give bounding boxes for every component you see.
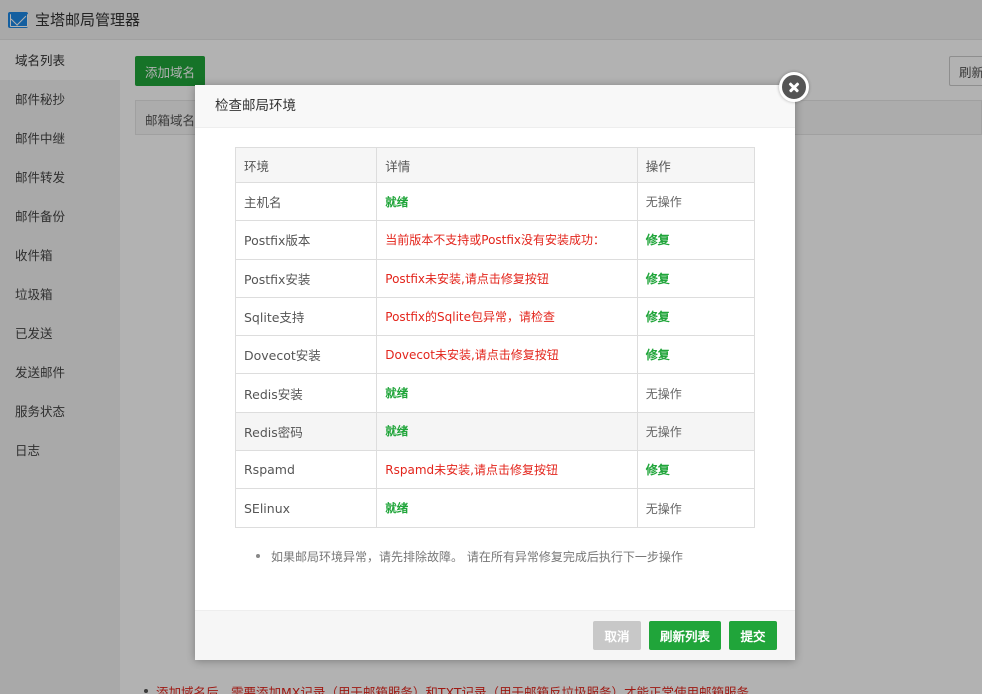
dialog-footer: 取消 刷新列表 提交 (195, 610, 795, 660)
submit-button[interactable]: 提交 (729, 621, 777, 650)
env-detail: 就绪 (376, 488, 638, 528)
env-detail: Postfix的Sqlite包异常，请检查 (376, 296, 638, 337)
env-name: Postfix版本 (234, 220, 378, 260)
status-ready: 就绪 (385, 386, 409, 401)
fix-link[interactable]: 修复 (646, 233, 670, 247)
column-header-detail: 详情 (376, 147, 638, 183)
table-row: Rspamd Rspamd未安装,请点击修复按钮 修复 (234, 450, 756, 490)
env-detail: Rspamd未安装,请点击修复按钮 (376, 450, 638, 490)
fix-link[interactable]: 修复 (646, 348, 670, 362)
env-name: Dovecot安装 (234, 335, 378, 375)
table-row: Postfix安装 Postfix未安装,请点击修复按钮 修复 (234, 258, 756, 298)
env-op: 修复 (636, 450, 756, 490)
env-name: 主机名 (234, 181, 378, 222)
table-row: Postfix版本 当前版本不支持或Postfix没有安装成功： 修复 (234, 220, 756, 260)
env-op: 无操作 (636, 411, 756, 452)
column-header-op: 操作 (636, 147, 756, 183)
dialog-tip: 如果邮局环境异常，请先排除故障。 请在所有异常修复完成后执行下一步操作 (256, 550, 683, 564)
table-header-row: 环境 详情 操作 (234, 147, 756, 183)
table-row: Redis安装 就绪 无操作 (234, 373, 756, 413)
table-row: 主机名 就绪 无操作 (234, 181, 756, 222)
fix-link[interactable]: 修复 (646, 463, 670, 477)
fix-link[interactable]: 修复 (646, 272, 670, 286)
check-env-dialog: 检查邮局环境 环境 详情 操作 主机名 就绪 无操作 Postfix版本 当前版… (195, 85, 795, 660)
fix-link[interactable]: 修复 (646, 310, 670, 324)
no-action-text: 无操作 (645, 501, 682, 516)
status-error: Postfix未安装,请点击修复按钮 (385, 271, 549, 286)
env-name: Redis安装 (234, 373, 378, 413)
env-op: 无操作 (636, 181, 756, 222)
dialog-title: 检查邮局环境 (195, 85, 795, 128)
table-row: Redis密码 就绪 无操作 (234, 411, 756, 452)
cancel-button[interactable]: 取消 (593, 621, 641, 650)
no-action-text: 无操作 (645, 424, 682, 439)
column-header-env: 环境 (234, 147, 378, 183)
env-detail: 就绪 (376, 411, 638, 452)
env-name: Postfix安装 (234, 258, 378, 298)
env-detail: Postfix未安装,请点击修复按钮 (376, 258, 638, 298)
env-detail: Dovecot未安装,请点击修复按钮 (376, 335, 638, 375)
env-detail: 就绪 (376, 373, 638, 413)
env-op: 修复 (636, 220, 756, 260)
env-name: Sqlite支持 (234, 296, 378, 337)
status-ready: 就绪 (385, 194, 409, 209)
env-detail: 当前版本不支持或Postfix没有安装成功： (376, 220, 638, 260)
status-ready: 就绪 (385, 501, 409, 516)
env-name: Rspamd (234, 450, 378, 490)
status-error: Rspamd未安装,请点击修复按钮 (385, 463, 558, 478)
table-row: SElinux 就绪 无操作 (234, 488, 756, 528)
table-row: Dovecot安装 Dovecot未安装,请点击修复按钮 修复 (234, 335, 756, 375)
env-name: SElinux (234, 488, 378, 528)
env-name: Redis密码 (234, 411, 378, 452)
env-op: 修复 (636, 258, 756, 298)
env-op: 无操作 (636, 488, 756, 528)
env-check-table: 环境 详情 操作 主机名 就绪 无操作 Postfix版本 当前版本不支持或Po… (234, 147, 756, 528)
no-action-text: 无操作 (645, 195, 682, 210)
table-row: Sqlite支持 Postfix的Sqlite包异常，请检查 修复 (234, 296, 756, 337)
refresh-list-button[interactable]: 刷新列表 (649, 621, 721, 650)
env-op: 修复 (636, 296, 756, 337)
env-op: 无操作 (636, 373, 756, 413)
status-error: 当前版本不支持或Postfix没有安装成功： (385, 233, 606, 248)
env-op: 修复 (636, 335, 756, 375)
status-ready: 就绪 (385, 424, 409, 439)
close-icon[interactable] (779, 72, 809, 102)
env-detail: 就绪 (376, 181, 638, 222)
no-action-text: 无操作 (645, 386, 682, 401)
status-error: Dovecot未安装,请点击修复按钮 (385, 348, 559, 363)
status-error: Postfix的Sqlite包异常，请检查 (385, 310, 556, 325)
